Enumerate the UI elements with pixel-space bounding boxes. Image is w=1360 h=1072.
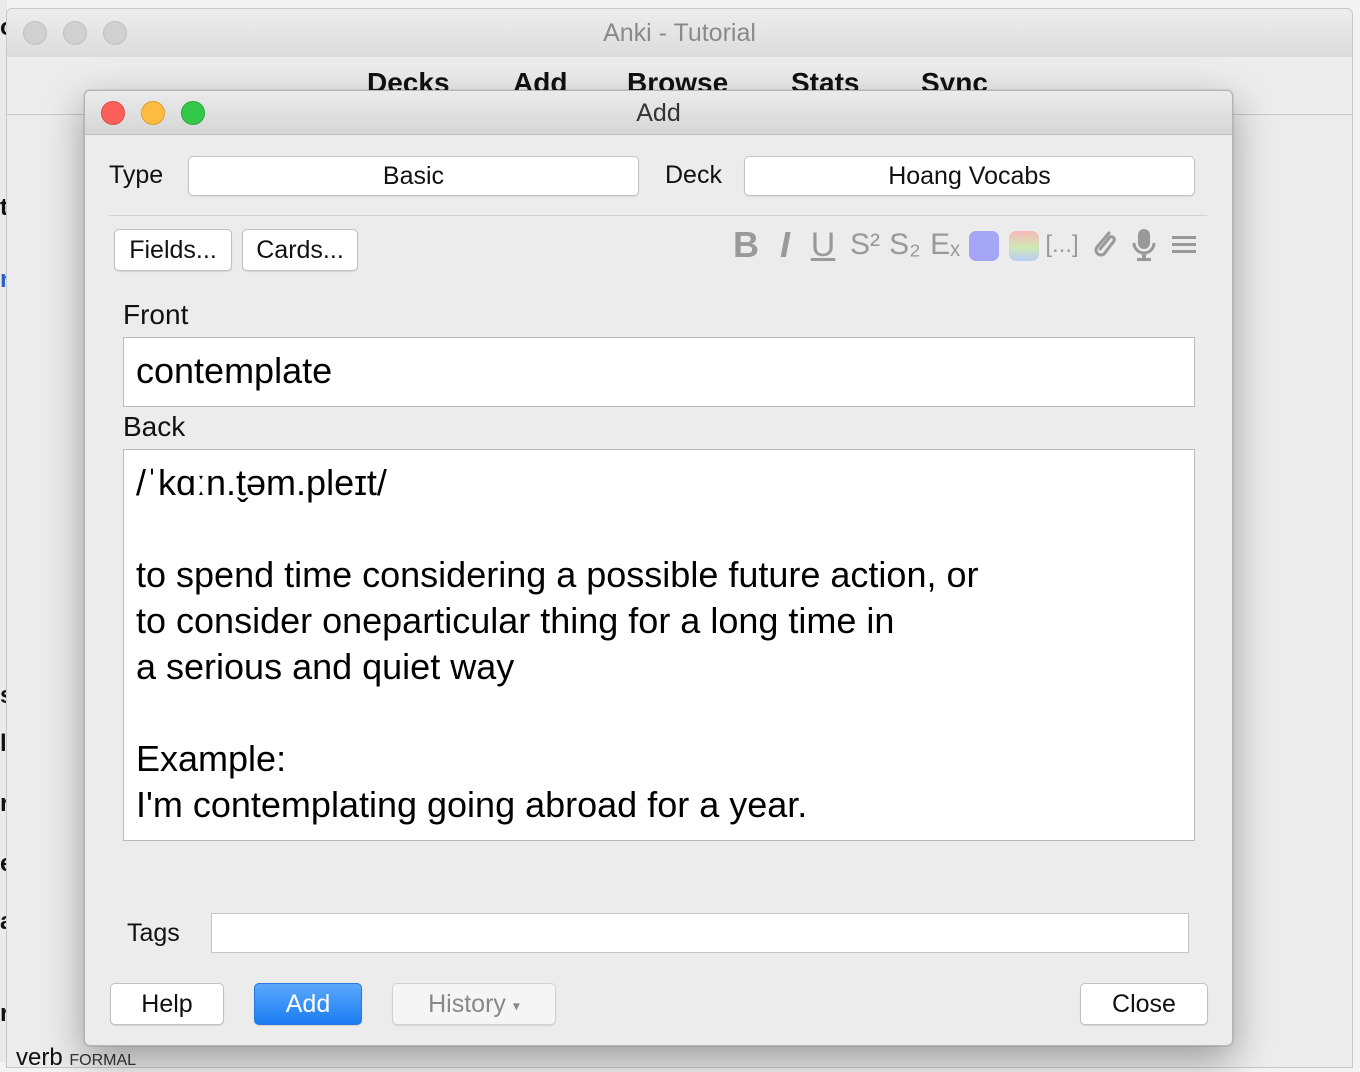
deck-selector[interactable]: Hoang Vocabs	[744, 156, 1195, 196]
add-dialog: Add Type Basic Deck Hoang Vocabs Fields.…	[84, 90, 1233, 1046]
front-label: Front	[123, 299, 189, 330]
underline-icon[interactable]: U	[809, 225, 837, 265]
type-label: Type	[109, 161, 164, 189]
background-tag: FORMAL	[69, 1052, 137, 1069]
history-label: History	[428, 990, 506, 1018]
more-options-icon[interactable]	[1169, 225, 1199, 265]
dialog-titlebar: Add	[85, 91, 1232, 135]
record-audio-icon[interactable]	[1129, 225, 1159, 265]
window-title: Anki - Tutorial	[603, 19, 756, 47]
background-word: verb	[16, 1044, 63, 1071]
history-button[interactable]: History ▾	[392, 983, 556, 1025]
back-field[interactable]: /ˈkɑːn.t̬əm.pleɪt/ to spend time conside…	[123, 449, 1195, 841]
back-line-blank	[136, 506, 1182, 552]
add-button[interactable]: Add	[254, 983, 362, 1025]
back-line-pronunciation: /ˈkɑːn.t̬əm.pleɪt/	[136, 462, 387, 503]
chevron-down-icon: ▾	[512, 997, 520, 1014]
fields-button[interactable]: Fields...	[114, 229, 232, 271]
help-button[interactable]: Help	[110, 983, 224, 1025]
back-label: Back	[123, 411, 186, 442]
highlight-color-icon[interactable]	[1009, 231, 1039, 261]
italic-icon[interactable]: I	[773, 225, 797, 265]
back-line-definition-1: to spend time considering a possible fut…	[136, 554, 979, 595]
back-line-definition-2: to consider oneparticular thing for a lo…	[136, 600, 895, 641]
back-line-example-label: Example:	[136, 738, 287, 779]
clear-format-icon[interactable]: Eₓ	[927, 225, 963, 265]
cloze-icon[interactable]: [...]	[1045, 225, 1079, 265]
cards-button[interactable]: Cards...	[242, 229, 358, 271]
dialog-title: Add	[636, 99, 681, 127]
background-content-peek: verb FORMAL	[16, 1044, 136, 1072]
back-line-example: I'm contemplating going abroad for a yea…	[136, 784, 808, 825]
attach-icon[interactable]	[1089, 225, 1119, 265]
bold-icon[interactable]: B	[731, 225, 761, 265]
front-field-text: contemplate	[136, 350, 333, 391]
superscript-icon[interactable]: S²	[847, 225, 883, 265]
front-field[interactable]: contemplate	[123, 337, 1195, 407]
main-titlebar: Anki - Tutorial	[7, 9, 1352, 57]
back-line-definition-3: a serious and quiet way	[136, 646, 515, 687]
tags-input[interactable]	[211, 913, 1189, 953]
divider	[109, 215, 1207, 216]
text-color-icon[interactable]	[969, 231, 999, 261]
deck-label: Deck	[665, 161, 722, 189]
subscript-icon[interactable]: S₂	[887, 225, 923, 265]
tags-label: Tags	[127, 919, 180, 947]
back-line-blank	[136, 690, 1182, 736]
note-type-selector[interactable]: Basic	[188, 156, 639, 196]
close-button[interactable]: Close	[1080, 983, 1208, 1025]
